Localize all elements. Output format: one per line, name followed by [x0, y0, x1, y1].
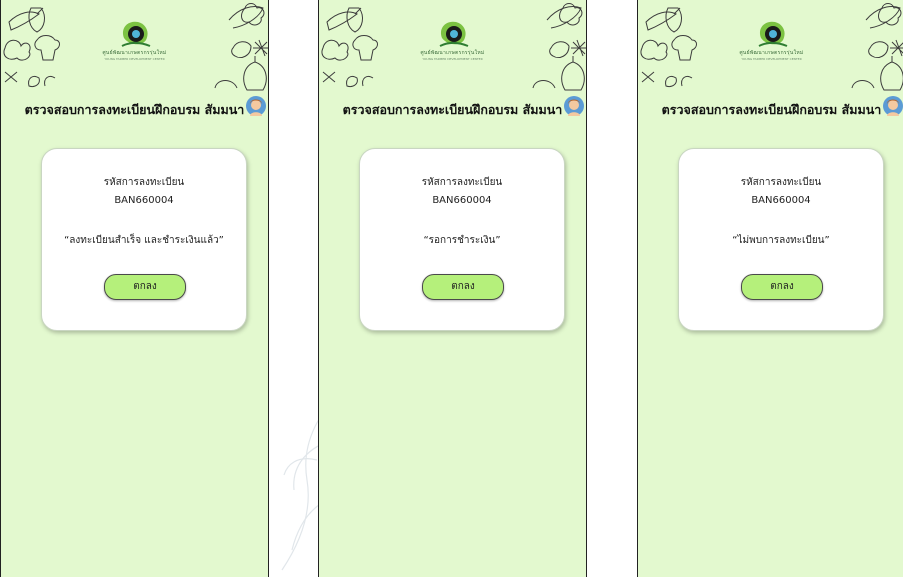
- registration-code-label: รหัสการลงทะเบียน: [740, 177, 822, 188]
- result-card: รหัสการลงทะเบียน BAN660004 “ลงทะเบียนสำเ…: [41, 148, 247, 331]
- logo-text: ศูนย์พัฒนาเกษตรกรรุ่นใหม่: [420, 50, 485, 56]
- title-row: ตรวจสอบการลงทะเบียนฝึกอบรม สัมมนา: [638, 98, 903, 122]
- page-title: ตรวจสอบการลงทะเบียนฝึกอบรม สัมมนา: [661, 102, 882, 117]
- title-row: ตรวจสอบการลงทะเบียนฝึกอบรม สัมมนา: [319, 98, 586, 122]
- page-title: ตรวจสอบการลงทะเบียนฝึกอบรม สัมมนา: [342, 102, 563, 117]
- logo: ศูนย์พัฒนาเกษตรกรรุ่นใหม่ YOUNG FARMER D…: [702, 18, 842, 61]
- header-banner: ศูนย์พัฒนาเกษตรกรรุ่นใหม่ YOUNG FARMER D…: [638, 0, 903, 100]
- logo-subtext: YOUNG FARMER DEVELOPMENT CENTER: [741, 57, 802, 61]
- avatar-icon[interactable]: [246, 96, 266, 116]
- header-banner: ศูนย์พัฒนาเกษตรกรรุ่นใหม่ YOUNG FARMER D…: [319, 0, 586, 100]
- ok-button[interactable]: ตกลง: [422, 274, 504, 300]
- registration-code-value: BAN660004: [751, 195, 811, 206]
- phone-screen-paid: ศูนย์พัฒนาเกษตรกรรุ่นใหม่ YOUNG FARMER D…: [0, 0, 269, 577]
- logo-icon: [121, 21, 150, 47]
- logo-icon: [758, 21, 787, 47]
- ok-button[interactable]: ตกลง: [741, 274, 823, 300]
- registration-code-value: BAN660004: [432, 195, 492, 206]
- result-card: รหัสการลงทะเบียน BAN660004 “รอการชำระเงิ…: [359, 148, 565, 331]
- logo-text: ศูนย์พัฒนาเกษตรกรรุ่นใหม่: [739, 50, 804, 56]
- page-title: ตรวจสอบการลงทะเบียนฝึกอบรม สัมมนา: [24, 102, 245, 117]
- logo-subtext: YOUNG FARMER DEVELOPMENT CENTER: [104, 57, 165, 61]
- logo: ศูนย์พัฒนาเกษตรกรรุ่นใหม่ YOUNG FARMER D…: [383, 18, 523, 61]
- phone-screen-pending: ศูนย์พัฒนาเกษตรกรรุ่นใหม่ YOUNG FARMER D…: [318, 0, 587, 577]
- title-row: ตรวจสอบการลงทะเบียนฝึกอบรม สัมมนา: [1, 98, 268, 122]
- ok-button[interactable]: ตกลง: [104, 274, 186, 300]
- registration-code-label: รหัสการลงทะเบียน: [421, 177, 503, 188]
- registration-code-value: BAN660004: [114, 195, 174, 206]
- logo-text: ศูนย์พัฒนาเกษตรกรรุ่นใหม่: [102, 50, 167, 56]
- header-banner: ศูนย์พัฒนาเกษตรกรรุ่นใหม่ YOUNG FARMER D…: [1, 0, 268, 100]
- logo: ศูนย์พัฒนาเกษตรกรรุ่นใหม่ YOUNG FARMER D…: [65, 18, 205, 61]
- phone-screen-not-found: ศูนย์พัฒนาเกษตรกรรุ่นใหม่ YOUNG FARMER D…: [637, 0, 903, 577]
- avatar-icon[interactable]: [564, 96, 584, 116]
- result-card: รหัสการลงทะเบียน BAN660004 “ไม่พบการลงทะ…: [678, 148, 884, 331]
- registration-status: “ไม่พบการลงทะเบียน”: [732, 235, 830, 246]
- registration-status: “รอการชำระเงิน”: [423, 235, 501, 246]
- logo-subtext: YOUNG FARMER DEVELOPMENT CENTER: [422, 57, 483, 61]
- registration-code-label: รหัสการลงทะเบียน: [103, 177, 185, 188]
- avatar-icon[interactable]: [883, 96, 903, 116]
- registration-status: “ลงทะเบียนสำเร็จ และชำระเงินแล้ว”: [64, 235, 224, 246]
- logo-icon: [439, 21, 468, 47]
